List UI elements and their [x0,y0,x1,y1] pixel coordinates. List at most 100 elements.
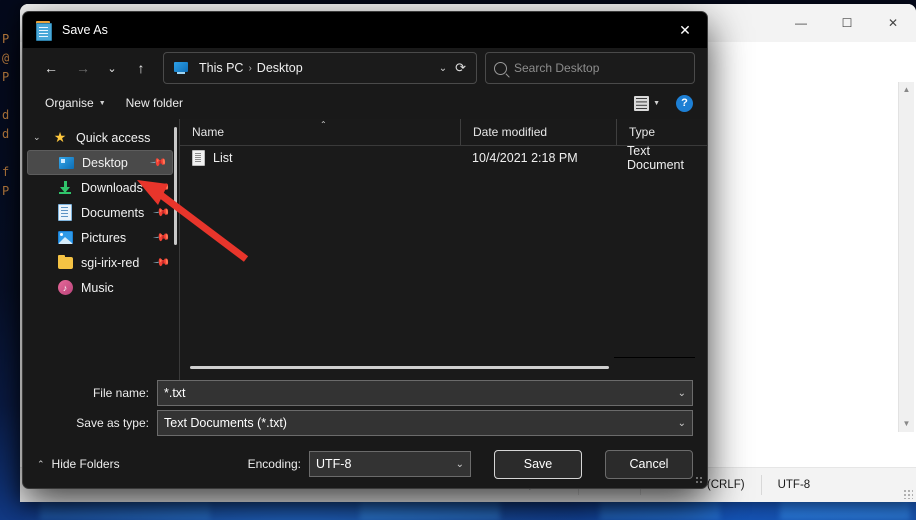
new-folder-button[interactable]: New folder [116,91,193,115]
refresh-icon[interactable]: ⟳ [453,60,470,76]
command-bar: Organise ▼ New folder ▼ ? [23,88,707,118]
sidebar-item-music[interactable]: ♪ Music [23,275,179,300]
background-text-column: P @ P d d f P [2,30,20,201]
new-folder-label: New folder [126,96,183,110]
pin-icon[interactable]: 📌 [150,153,169,172]
sidebar-item-sgi-irix-red[interactable]: sgi-irix-red 📌 [23,250,179,275]
chevron-down-icon[interactable]: ⌄ [456,459,464,470]
command-bar-right: ▼ ? [634,95,695,112]
column-label: Name [192,125,224,139]
organise-label: Organise [45,96,94,110]
file-list-horizontal-scrollbar[interactable] [190,366,695,370]
close-icon[interactable]: ✕ [870,4,916,42]
file-name-cell[interactable]: List [180,150,460,166]
navigation-pane[interactable]: ⌄ ★ Quick access Desktop 📌 Downloads 📌 D… [23,119,179,380]
sidebar-item-label: Pictures [81,231,126,245]
chevron-down-icon[interactable]: ⌄ [433,63,453,74]
dialog-form: File name: *.txt ⌄ Save as type: Text Do… [23,380,707,440]
chevron-down-icon[interactable]: ⌄ [33,132,44,143]
documents-icon [57,205,73,221]
breadcrumb-this-pc[interactable]: This PC [196,61,246,75]
recent-locations-button[interactable]: ⌄ [99,53,125,83]
file-list[interactable]: Name ⌃ Date modified Type List 10/4/2021… [179,119,707,380]
file-name-value: *.txt [164,386,672,400]
save-as-type-select[interactable]: Text Documents (*.txt) ⌄ [157,410,693,436]
forward-button[interactable]: → [67,53,99,83]
file-type-cell: Text Document [615,144,707,172]
file-name-input[interactable]: *.txt ⌄ [157,380,693,406]
dialog-titlebar[interactable]: Save As ✕ [23,12,707,48]
pin-icon[interactable]: 📌 [153,178,172,197]
desktop-icon [58,155,74,171]
column-header-name[interactable]: Name ⌃ [180,119,460,145]
dialog-footer: ⌃ Hide Folders Encoding: UTF-8 ⌄ Save Ca… [23,440,707,488]
save-as-dialog[interactable]: Save As ✕ ← → ⌄ ↑ This PC › Desktop ⌄ ⟳ … [22,11,708,489]
sidebar-item-quick-access[interactable]: ⌄ ★ Quick access [23,125,179,150]
encoding-select[interactable]: UTF-8 ⌄ [309,451,471,477]
chevron-down-icon[interactable]: ▼ [653,100,660,107]
hide-folders-label: Hide Folders [52,457,120,471]
breadcrumb-desktop[interactable]: Desktop [254,61,306,75]
pin-icon[interactable]: 📌 [153,203,172,222]
sidebar-scrollbar[interactable] [174,127,177,245]
music-icon: ♪ [57,280,73,296]
encoding-label: Encoding: [248,457,301,471]
help-button[interactable]: ? [676,95,693,112]
pin-icon[interactable]: 📌 [153,228,172,247]
save-button[interactable]: Save [494,450,582,479]
scrollbar-thumb[interactable] [190,366,609,369]
file-list-header: Name ⌃ Date modified Type [180,119,707,146]
notepad-vertical-scrollbar[interactable]: ▲ ▼ [898,82,914,432]
folder-icon [57,255,73,271]
maximize-icon[interactable]: ☐ [824,4,870,42]
resize-grip-icon[interactable] [903,489,913,499]
search-input[interactable]: Search Desktop [485,52,695,84]
sidebar-item-label: Desktop [82,156,128,170]
breadcrumb-separator-icon: › [246,63,253,74]
notepad-window-controls[interactable]: — ☐ ✕ [778,4,916,42]
up-button[interactable]: ↑ [125,53,157,83]
file-name-row: File name: *.txt ⌄ [37,380,693,406]
sidebar-item-label: Downloads [81,181,143,195]
pictures-icon [57,230,73,246]
column-label: Type [629,125,655,139]
cancel-button[interactable]: Cancel [605,450,693,479]
sidebar-item-desktop[interactable]: Desktop 📌 [27,150,173,175]
chevron-down-icon[interactable]: ⌄ [672,418,686,429]
column-header-type[interactable]: Type [616,119,707,145]
text-file-icon [192,150,205,166]
pin-icon[interactable]: 📌 [153,253,172,272]
search-icon [494,62,507,75]
encoding-group: Encoding: UTF-8 ⌄ Save Cancel [248,450,693,479]
notepad-icon [35,21,52,40]
sidebar-item-label: sgi-irix-red [81,256,139,270]
close-icon[interactable]: ✕ [663,12,707,48]
address-bar[interactable]: This PC › Desktop ⌄ ⟳ [163,52,477,84]
chevron-up-icon: ⌃ [37,459,45,470]
organise-button[interactable]: Organise ▼ [35,91,116,115]
scroll-down-icon[interactable]: ▼ [899,416,914,432]
chevron-down-icon: ▼ [99,100,106,107]
scroll-up-icon[interactable]: ▲ [899,82,914,98]
sidebar-item-documents[interactable]: Documents 📌 [23,200,179,225]
table-row[interactable]: List 10/4/2021 2:18 PM Text Document [180,145,707,171]
file-list-rows: List 10/4/2021 2:18 PM Text Document [180,145,707,380]
sort-ascending-icon: ⌃ [320,120,327,129]
back-button[interactable]: ← [35,53,67,83]
minimize-icon[interactable]: — [778,4,824,42]
resize-grip-icon[interactable] [695,476,704,485]
sidebar-item-downloads[interactable]: Downloads 📌 [23,175,179,200]
chevron-down-icon[interactable]: ⌄ [672,388,686,399]
save-as-type-row: Save as type: Text Documents (*.txt) ⌄ [37,410,693,436]
status-encoding[interactable]: UTF-8 [761,475,827,495]
star-icon: ★ [52,130,68,146]
hide-folders-button[interactable]: ⌃ Hide Folders [37,457,120,471]
sidebar-item-pictures[interactable]: Pictures 📌 [23,225,179,250]
column-label: Date modified [473,125,547,139]
downloads-icon [57,180,73,196]
view-options-icon[interactable] [634,96,649,111]
sidebar-item-label: Documents [81,206,144,220]
column-header-date-modified[interactable]: Date modified [460,119,616,145]
encoding-value: UTF-8 [316,457,456,471]
navigation-bar: ← → ⌄ ↑ This PC › Desktop ⌄ ⟳ Search Des… [23,48,707,88]
